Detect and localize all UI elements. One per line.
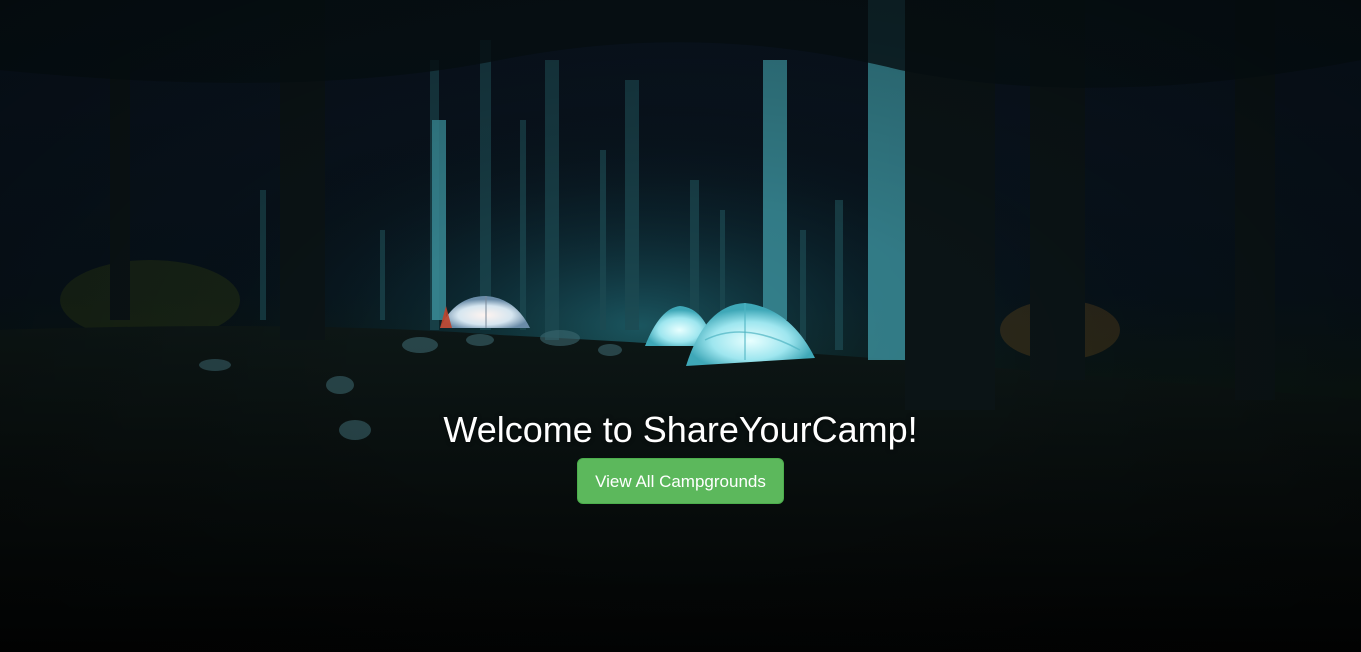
- page-title: Welcome to ShareYourCamp!: [443, 409, 918, 450]
- hero-content: Welcome to ShareYourCamp! View All Campg…: [0, 408, 1361, 504]
- background-image: [0, 0, 1361, 652]
- landing-hero: Welcome to ShareYourCamp! View All Campg…: [0, 0, 1361, 652]
- view-all-campgrounds-button[interactable]: View All Campgrounds: [577, 458, 784, 504]
